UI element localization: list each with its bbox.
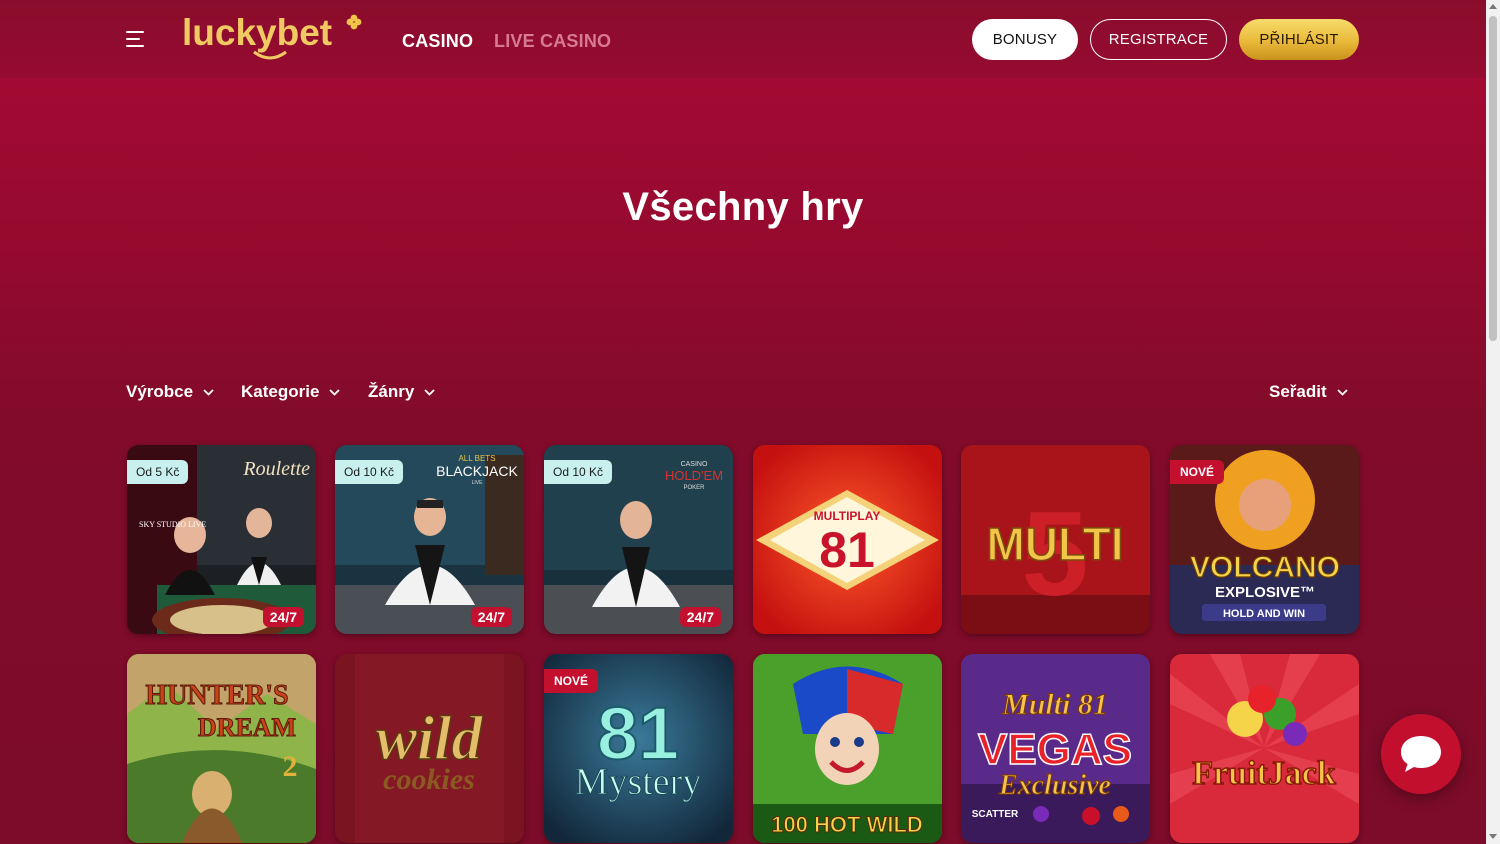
game-tile-roulette[interactable]: Roulette SKY STUDIO LIVE Od 5 Kč 24/7	[127, 445, 316, 634]
min-bet-badge: Od 10 Kč	[335, 460, 404, 484]
filter-label: Výrobce	[126, 382, 194, 401]
filter-zanry[interactable]: Žánry	[368, 382, 435, 402]
svg-text:Mystery: Mystery	[575, 761, 702, 803]
always-live-badge: 24/7	[679, 607, 721, 627]
svg-text:POKER: POKER	[683, 485, 705, 491]
scroll-down-arrow-icon[interactable]	[1489, 834, 1497, 839]
chevron-down-icon	[329, 388, 341, 396]
chevron-down-icon	[424, 388, 435, 396]
nav-live-casino[interactable]: LIVE CASINO	[494, 31, 611, 52]
game-art: 100 HOT WILD	[753, 654, 942, 843]
filter-label: Seřadit	[1269, 382, 1327, 401]
game-tile-multi-81-vegas-exclusive[interactable]: Multi 81 VEGAS Exclusive SCATTER	[961, 654, 1150, 843]
svg-text:Exclusive: Exclusive	[998, 770, 1111, 801]
svg-text:MULTIPLAY: MULTIPLAY	[814, 509, 881, 523]
svg-text:Roulette: Roulette	[242, 458, 310, 480]
new-badge: NOVÉ	[1170, 460, 1225, 484]
nav-casino[interactable]: CASINO	[402, 31, 473, 52]
scrollbar-thumb[interactable]	[1489, 16, 1497, 341]
game-tile-multi-5[interactable]: 5 MULTI	[961, 445, 1150, 634]
svg-text:VEGAS: VEGAS	[978, 725, 1132, 774]
min-bet-badge: Od 5 Kč	[127, 460, 189, 484]
new-badge: NOVÉ	[544, 669, 599, 693]
svg-text:FruitJack: FruitJack	[1192, 755, 1336, 792]
game-tile-hunters-dream-2[interactable]: HUNTER'S DREAM 2	[127, 654, 316, 843]
svg-text:SKY STUDIO LIVE: SKY STUDIO LIVE	[139, 520, 206, 529]
svg-text:HOLD AND WIN: HOLD AND WIN	[1223, 608, 1305, 620]
luckybet-logo[interactable]: luckybet	[182, 12, 372, 66]
chat-button[interactable]	[1381, 714, 1461, 794]
game-art: FruitJack	[1170, 654, 1359, 843]
svg-text:Multi 81: Multi 81	[1001, 688, 1108, 721]
svg-text:DREAM: DREAM	[198, 713, 296, 742]
svg-text:MULTI: MULTI	[986, 518, 1123, 570]
svg-text:2: 2	[283, 750, 298, 783]
game-tile-multiplay-81[interactable]: MULTIPLAY 81	[753, 445, 942, 634]
page-title: Všechny hry	[622, 185, 864, 229]
game-tile-100-hot-wild[interactable]: 100 HOT WILD	[753, 654, 942, 843]
page-scrollbar[interactable]	[1486, 0, 1500, 844]
always-live-badge: 24/7	[262, 607, 304, 627]
game-art: HUNTER'S DREAM 2	[127, 654, 316, 843]
svg-text:ALL BETS: ALL BETS	[458, 454, 495, 463]
chat-bubble-icon	[1401, 736, 1441, 772]
always-live-badge: 24/7	[470, 607, 512, 627]
filter-kategorie[interactable]: Kategorie	[241, 382, 341, 402]
svg-text:BLACKJACK: BLACKJACK	[436, 463, 518, 479]
svg-text:81: 81	[819, 522, 875, 578]
scroll-up-arrow-icon[interactable]	[1489, 4, 1497, 9]
filter-label: Kategorie	[241, 382, 320, 401]
game-tile-81-mystery[interactable]: 81 Mystery NOVÉ	[544, 654, 733, 843]
chevron-down-icon	[203, 388, 214, 396]
svg-text:HUNTER'S: HUNTER'S	[145, 680, 288, 711]
svg-text:SCATTER: SCATTER	[972, 809, 1019, 820]
chevron-down-icon	[1337, 388, 1348, 396]
svg-text:HOLD'EM: HOLD'EM	[665, 468, 723, 483]
svg-text:100 HOT WILD: 100 HOT WILD	[771, 812, 923, 837]
game-art: MULTIPLAY 81	[753, 445, 942, 634]
svg-text:cookies: cookies	[383, 763, 475, 796]
min-bet-badge: Od 10 Kč	[544, 460, 613, 484]
hamburger-icon[interactable]	[126, 31, 144, 47]
svg-text:luckybet: luckybet	[182, 12, 332, 53]
filter-label: Žánry	[368, 382, 415, 401]
registrace-button[interactable]: REGISTRACE	[1090, 19, 1227, 60]
bonusy-button[interactable]: BONUSY	[972, 19, 1078, 60]
game-art: 5 MULTI	[961, 445, 1150, 634]
site-header: luckybet CASINO LIVE CASINO BONUSY REGIS…	[0, 0, 1486, 78]
game-tile-holdem[interactable]: CASINO HOLD'EM POKER Od 10 Kč 24/7	[544, 445, 733, 634]
game-tile-wild-cookies[interactable]: wild cookies	[335, 654, 524, 843]
game-tile-blackjack[interactable]: ALL BETS BLACKJACK LIVE Od 10 Kč 24/7	[335, 445, 524, 634]
filter-vyrobce[interactable]: Výrobce	[126, 382, 214, 402]
svg-text:LIVE: LIVE	[472, 480, 484, 486]
prihlasit-button[interactable]: PŘIHLÁSIT	[1239, 19, 1359, 60]
svg-text:VOLCANO: VOLCANO	[1190, 551, 1340, 584]
svg-text:EXPLOSIVE™: EXPLOSIVE™	[1215, 584, 1315, 601]
game-art: wild cookies	[335, 654, 524, 843]
game-art: Multi 81 VEGAS Exclusive SCATTER	[961, 654, 1150, 843]
game-tile-volcano-explosive[interactable]: VOLCANO EXPLOSIVE™ HOLD AND WIN NOVÉ	[1170, 445, 1359, 634]
sort-seradit[interactable]: Seřadit	[1269, 382, 1348, 402]
svg-text:CASINO: CASINO	[681, 461, 708, 468]
game-tile-fruitjack[interactable]: FruitJack	[1170, 654, 1359, 843]
